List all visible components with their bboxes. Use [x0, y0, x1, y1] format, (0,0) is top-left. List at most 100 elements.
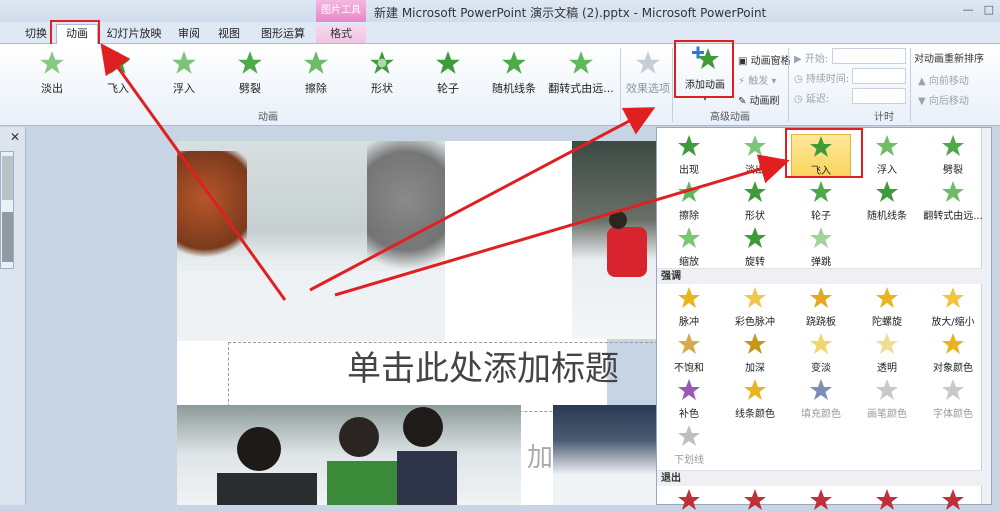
emphasis-effect-item[interactable]: 补色: [659, 378, 719, 420]
shape-star-icon: [370, 51, 394, 74]
emphasis-effect-item[interactable]: 画笔颜色: [857, 378, 917, 420]
exit-effect-item[interactable]: [923, 488, 983, 512]
emphasis-star-icon: [942, 379, 964, 400]
effect-options-button[interactable]: 效果选项: [624, 50, 672, 96]
emphasis-star-icon: [678, 379, 700, 400]
entrance-effect-item[interactable]: 缩放: [659, 226, 719, 268]
entrance-effect-item[interactable]: 出现: [659, 134, 719, 176]
tab-transitions[interactable]: 切换: [22, 25, 50, 43]
tab-review[interactable]: 审阅: [174, 25, 204, 43]
emphasis-effect-item[interactable]: 变淡: [791, 332, 851, 374]
emphasis-star-icon: [876, 333, 898, 354]
emphasis-effect-item[interactable]: 陀螺旋: [857, 286, 917, 328]
close-pane-icon[interactable]: ✕: [10, 130, 20, 144]
emphasis-effect-item[interactable]: 透明: [857, 332, 917, 374]
emphasis-star-icon: [678, 333, 700, 354]
effect-wheel[interactable]: 轮子: [420, 50, 476, 96]
entrance-star-icon: [810, 227, 832, 248]
exit-star-icon: [810, 489, 832, 510]
entrance-effect-item[interactable]: 弹跳: [791, 226, 851, 268]
exit-effect-item[interactable]: [659, 488, 719, 512]
ribbon: 淡出 飞入 浮入 劈裂 擦除 形状 轮子 随机线条 翻转式由远... 效果选项 …: [0, 44, 1000, 126]
entrance-effect-item[interactable]: 轮子: [791, 180, 851, 222]
effect-float-in[interactable]: 浮入: [156, 50, 212, 96]
tab-slideshow[interactable]: 幻灯片放映: [106, 25, 162, 43]
effect-grow-turn[interactable]: 翻转式由远...: [548, 50, 614, 96]
emphasis-effect-item[interactable]: 跷跷板: [791, 286, 851, 328]
emphasis-star-icon: [810, 333, 832, 354]
emphasis-effect-item[interactable]: 不饱和: [659, 332, 719, 374]
reorder-title: 对动画重新排序: [914, 54, 984, 65]
start-dropdown[interactable]: [832, 48, 906, 64]
tab-format[interactable]: 格式: [316, 25, 366, 43]
exit-star-icon: [942, 489, 964, 510]
delay-field[interactable]: [852, 88, 906, 104]
slide-thumbnail[interactable]: [0, 151, 14, 269]
entrance-star-icon: [942, 181, 964, 202]
entrance-star-icon: [876, 135, 898, 156]
duration-field[interactable]: [852, 68, 906, 84]
entrance-effect-item[interactable]: 擦除: [659, 180, 719, 222]
exit-star-icon: [678, 489, 700, 510]
emphasis-effect-item[interactable]: 彩色脉冲: [725, 286, 785, 328]
slide-title-text: 单击此处添加标题: [347, 349, 619, 389]
entrance-effect-item[interactable]: 旋转: [725, 226, 785, 268]
entrance-star-icon: [744, 181, 766, 202]
effect-options-star-icon: [636, 51, 660, 74]
emphasis-effect-item[interactable]: 对象颜色: [923, 332, 983, 374]
animation-gallery: 出现 淡出 飞入 浮入 劈裂 擦除 形状 轮子 随机线条 翻转式由远... 缩放 旋转 弹跳 强调 脉冲…: [656, 127, 992, 510]
effect-random-bars[interactable]: 随机线条: [486, 50, 542, 96]
entrance-effect-item[interactable]: 随机线条: [857, 180, 917, 222]
emphasis-star-icon: [678, 425, 700, 446]
animation-painter-button[interactable]: ✎ 动画刷: [738, 92, 780, 107]
float-in-star-icon: [172, 51, 196, 74]
effect-fade[interactable]: 淡出: [24, 50, 80, 96]
effect-shape[interactable]: 形状: [354, 50, 410, 96]
emphasis-effect-item[interactable]: 线条颜色: [725, 378, 785, 420]
picture-tools-context-label: 图片工具: [316, 0, 366, 22]
emphasis-effect-item[interactable]: 放大/缩小: [923, 286, 983, 328]
trigger-button[interactable]: ⚡ 触发 ▾: [738, 72, 776, 87]
entrance-effect-item[interactable]: 淡出: [725, 134, 785, 176]
kids-group-photo[interactable]: [177, 405, 521, 505]
exit-effect-item[interactable]: [725, 488, 785, 512]
exit-effect-item[interactable]: [857, 488, 917, 512]
tab-shape-ops[interactable]: 图形运算: [258, 25, 308, 43]
delay-label: ◷ 延迟:: [794, 94, 830, 105]
slide-canvas[interactable]: 单击此处添加标题 加: [177, 141, 688, 505]
effect-fly-in[interactable]: 飞入: [90, 50, 146, 96]
entrance-effect-item[interactable]: 形状: [725, 180, 785, 222]
emphasis-star-icon: [810, 287, 832, 308]
animation-pane-button[interactable]: ▣ 动画窗格: [738, 52, 791, 67]
kids-snow-photo-right[interactable]: [572, 141, 657, 339]
highlight-add-animation: [674, 40, 734, 98]
tab-view[interactable]: 视图: [214, 25, 244, 43]
group-label-animation: 动画: [258, 112, 278, 123]
emphasis-effect-item[interactable]: 脉冲: [659, 286, 719, 328]
emphasis-effect-item[interactable]: 下划线: [659, 424, 719, 466]
emphasis-effect-item[interactable]: 字体颜色: [923, 378, 983, 420]
maximize-button[interactable]: □: [984, 3, 994, 16]
random-bars-star-icon: [502, 51, 526, 74]
slide-subtitle-text: 加: [527, 443, 554, 473]
ribbon-tabs: 切换 动画 幻灯片放映 审阅 视图 图形运算 格式: [0, 22, 1000, 45]
effect-wipe[interactable]: 擦除: [288, 50, 344, 96]
group-label-timing: 计时: [874, 112, 894, 123]
wipe-star-icon: [304, 51, 328, 74]
entrance-effect-item[interactable]: 劈裂: [923, 134, 983, 176]
exit-effect-item[interactable]: [791, 488, 851, 512]
highlight-fly-in-effect: [785, 128, 863, 178]
effect-split[interactable]: 劈裂: [222, 50, 278, 96]
building-snow-photo[interactable]: [553, 405, 657, 505]
entrance-effect-item[interactable]: 翻转式由远...: [923, 180, 983, 222]
entrance-star-icon: [744, 135, 766, 156]
emphasis-effect-item[interactable]: 填充颜色: [791, 378, 851, 420]
emphasis-effect-item[interactable]: 加深: [725, 332, 785, 374]
minimize-button[interactable]: —: [963, 3, 974, 16]
snow-road-photo[interactable]: [177, 141, 445, 341]
move-later-button[interactable]: ▼ 向后移动: [918, 92, 969, 107]
move-earlier-button[interactable]: ▲ 向前移动: [918, 72, 969, 87]
entrance-effect-item[interactable]: 浮入: [857, 134, 917, 176]
group-label-advanced: 高级动画: [710, 112, 750, 123]
emphasis-star-icon: [744, 333, 766, 354]
